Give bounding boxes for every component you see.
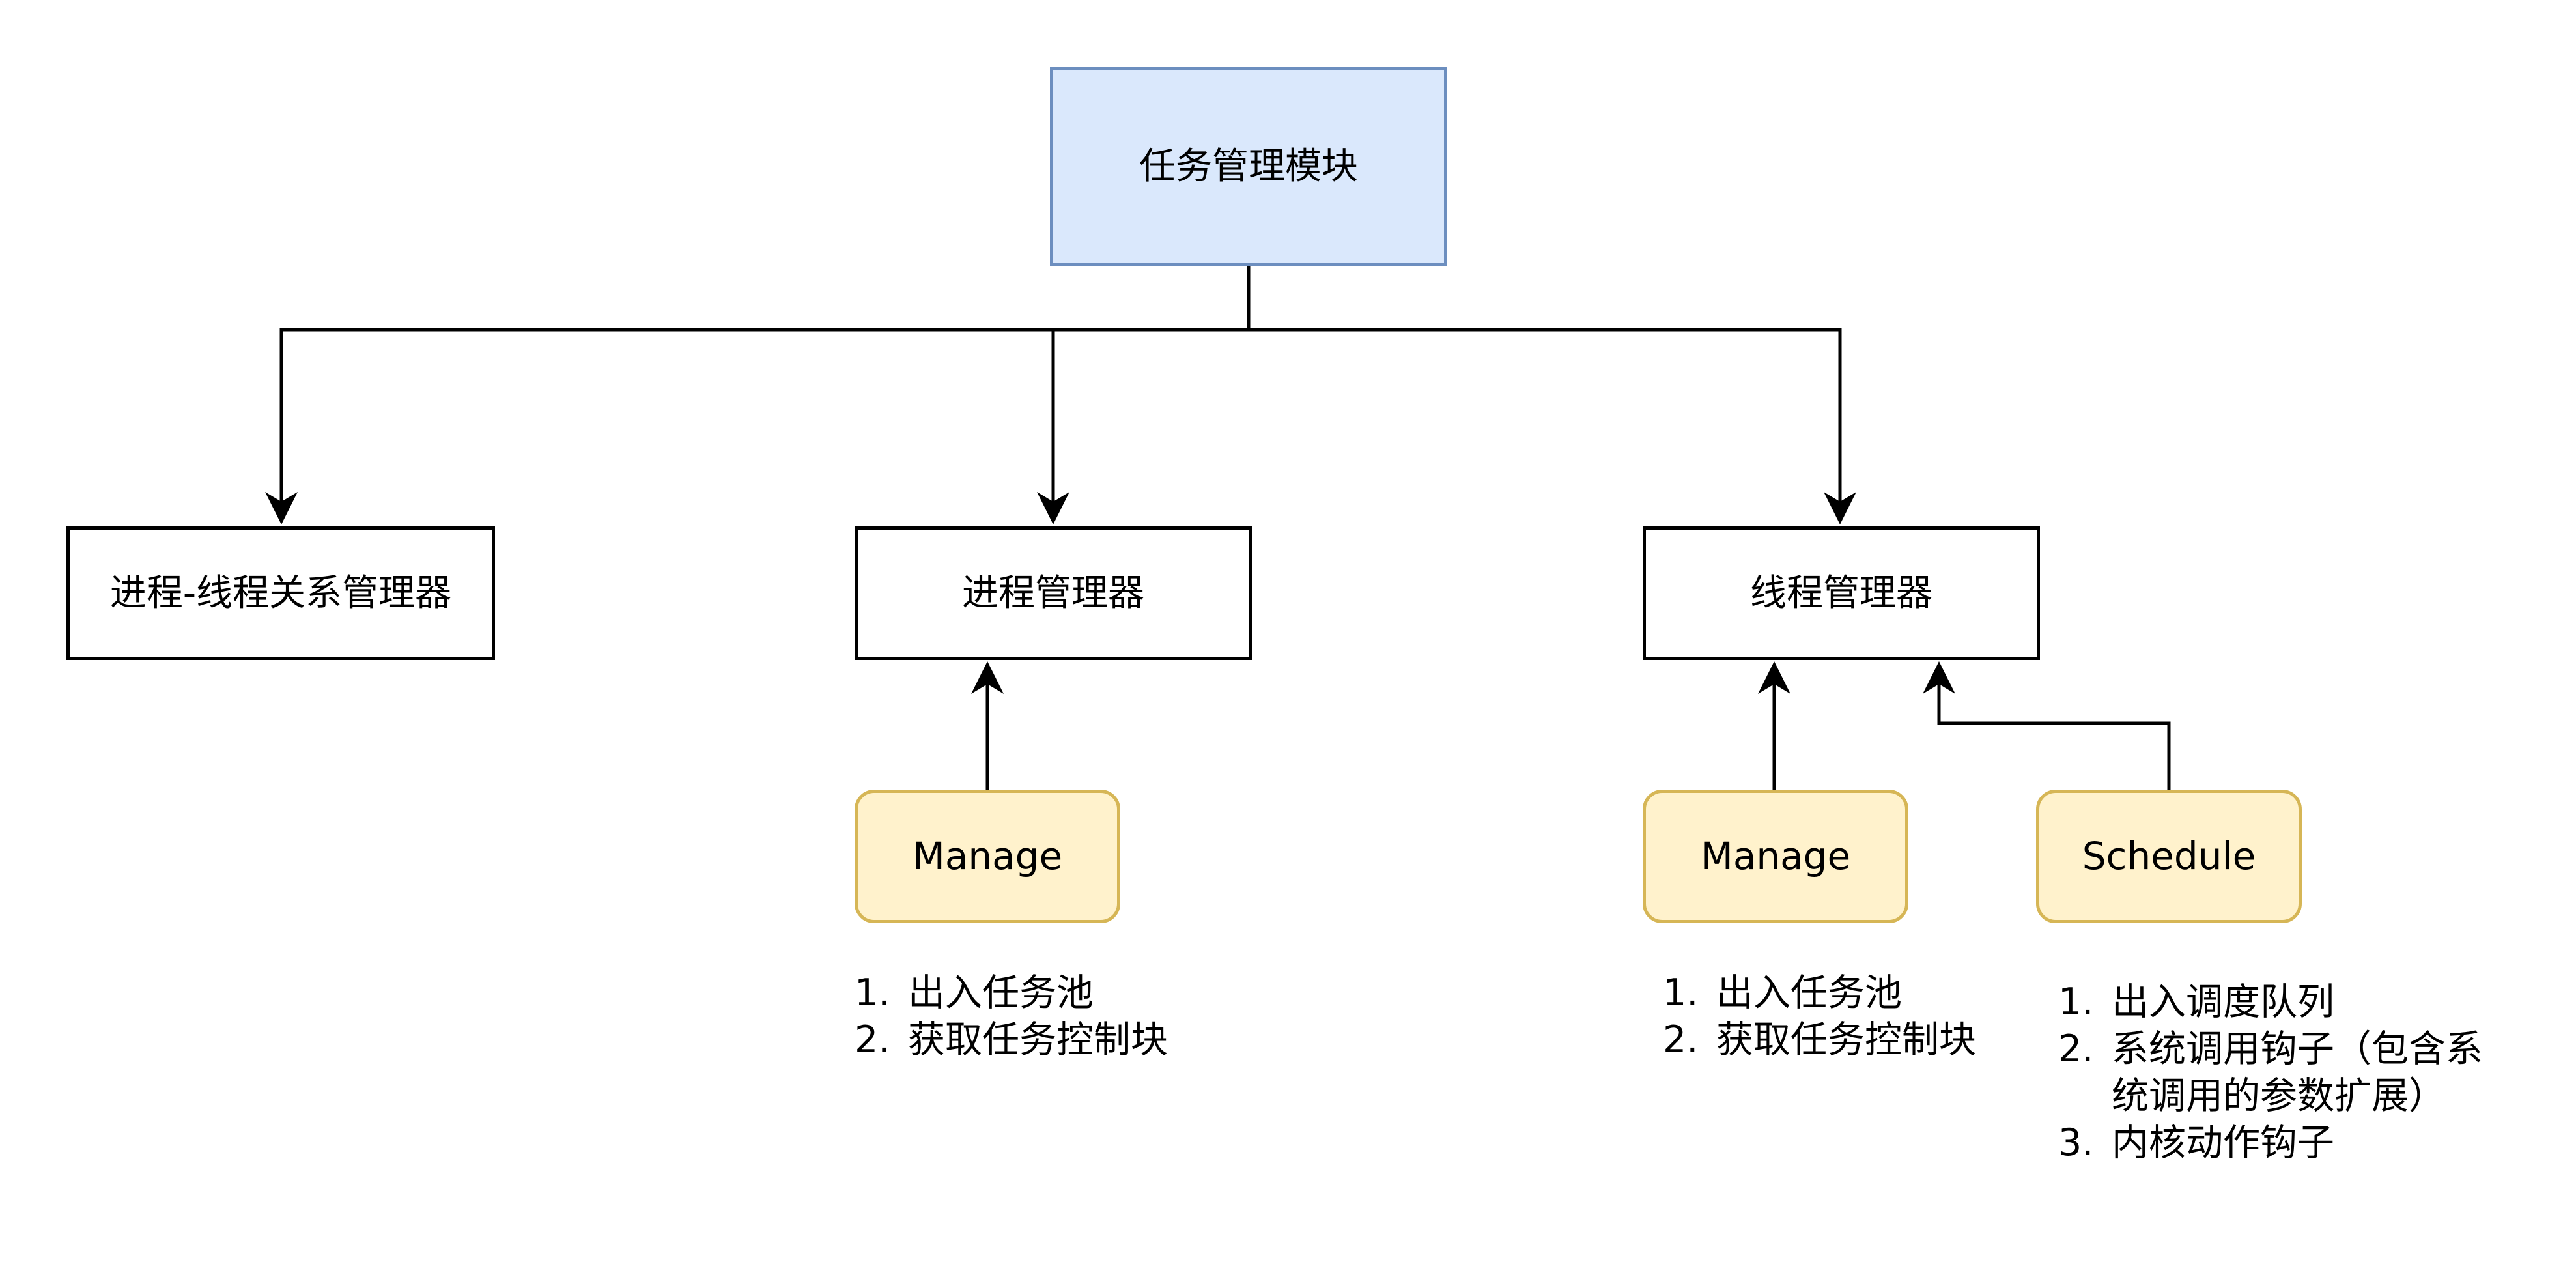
note-item: 2. 系统调用钩子（包含系 统调用的参数扩展） bbox=[2058, 1026, 2483, 1119]
note-item-number: 2. bbox=[2058, 1027, 2094, 1070]
thread-manage-notes: 1. 出入任务池 2. 获取任务控制块 bbox=[1663, 969, 1976, 1063]
thread-manage-box: Manage bbox=[1643, 790, 1908, 923]
connector-root-to-process-manager bbox=[1037, 328, 1249, 524]
thread-manager-box: 线程管理器 bbox=[1643, 526, 2040, 660]
process-manage-notes: 1. 出入任务池 2. 获取任务控制块 bbox=[855, 969, 1168, 1063]
note-item-number: 1. bbox=[855, 971, 890, 1014]
note-item-number: 2. bbox=[1663, 1018, 1699, 1061]
note-item-text: 系统调用钩子（包含系 bbox=[2112, 1027, 2483, 1070]
note-item-text-continued: 统调用的参数扩展） bbox=[2112, 1074, 2446, 1117]
note-item-text: 出入任务池 bbox=[1716, 971, 1902, 1014]
connector-root-to-relation-manager bbox=[265, 328, 1249, 524]
note-item: 2. 获取任务控制块 bbox=[855, 1016, 1168, 1063]
note-item-text: 获取任务控制块 bbox=[1716, 1018, 1976, 1061]
note-item-text: 出入任务池 bbox=[908, 971, 1094, 1014]
note-item: 2. 获取任务控制块 bbox=[1663, 1016, 1976, 1063]
schedule-label: Schedule bbox=[2082, 833, 2256, 878]
note-item: 1. 出入任务池 bbox=[1663, 969, 1976, 1016]
process-manage-box: Manage bbox=[855, 790, 1120, 923]
note-item-text: 获取任务控制块 bbox=[908, 1018, 1168, 1061]
schedule-box: Schedule bbox=[2036, 790, 2302, 923]
schedule-notes: 1. 出入调度队列 2. 系统调用钩子（包含系 统调用的参数扩展） 3. 内核动作钩子 bbox=[2058, 979, 2483, 1166]
process-manager-label: 进程管理器 bbox=[962, 571, 1144, 614]
process-manage-label: Manage bbox=[912, 833, 1063, 878]
note-item-number: 1. bbox=[2058, 981, 2094, 1024]
note-item: 1. 出入调度队列 bbox=[2058, 979, 2483, 1026]
task-management-module-box: 任务管理模块 bbox=[1050, 67, 1447, 266]
note-item-number: 3. bbox=[2058, 1121, 2094, 1164]
note-item-number: 2. bbox=[855, 1018, 890, 1061]
process-thread-relation-manager-box: 进程-线程关系管理器 bbox=[66, 526, 495, 660]
process-manager-box: 进程管理器 bbox=[855, 526, 1252, 660]
note-item-number: 1. bbox=[1663, 971, 1699, 1014]
note-item: 3. 内核动作钩子 bbox=[2058, 1119, 2483, 1166]
task-management-module-label: 任务管理模块 bbox=[1139, 145, 1358, 188]
connector-schedule-to-thread-manager bbox=[1923, 661, 2171, 790]
note-item-text: 出入调度队列 bbox=[2112, 981, 2334, 1024]
thread-manage-label: Manage bbox=[1700, 833, 1851, 878]
task-management-diagram: 任务管理模块 进程-线程关系管理器 进程管理器 线程管理器 Manage Man… bbox=[0, 0, 2576, 1277]
note-item-text: 内核动作钩子 bbox=[2112, 1121, 2334, 1164]
process-thread-relation-manager-label: 进程-线程关系管理器 bbox=[109, 571, 452, 614]
thread-manager-label: 线程管理器 bbox=[1750, 571, 1932, 614]
note-item: 1. 出入任务池 bbox=[855, 969, 1168, 1016]
connector-root-to-thread-manager bbox=[1249, 328, 1856, 524]
